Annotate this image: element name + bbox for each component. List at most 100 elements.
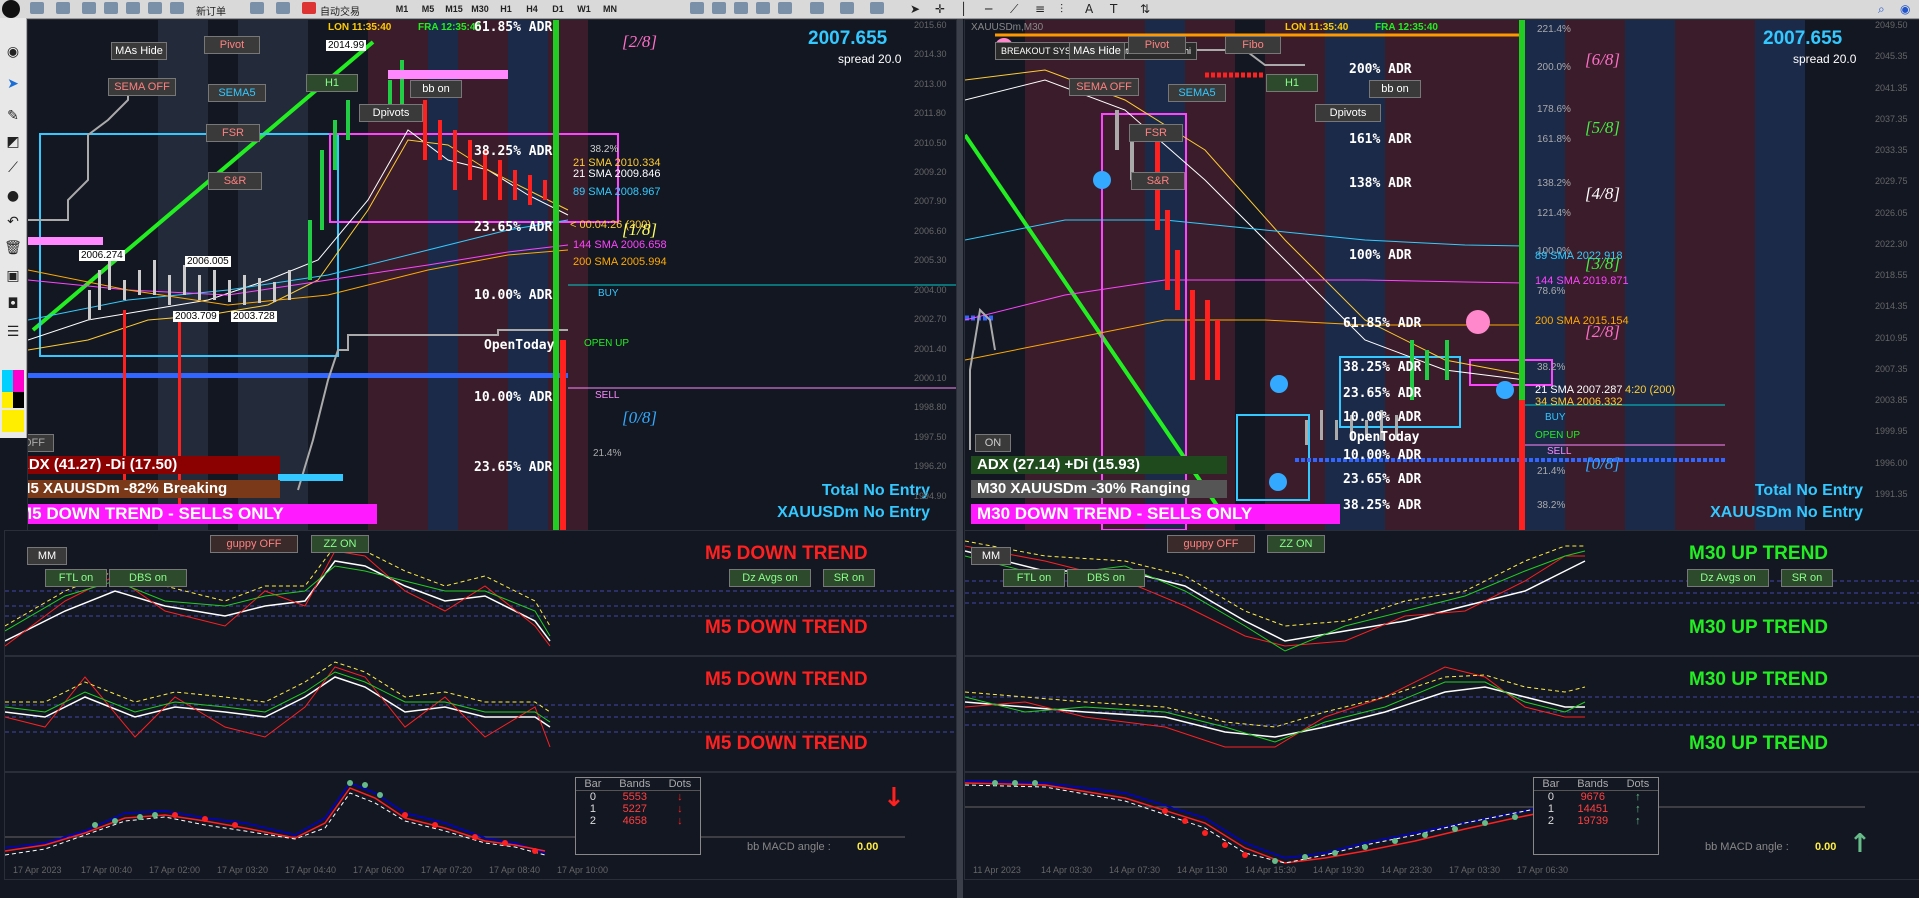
- zoom-out-icon[interactable]: [712, 2, 726, 14]
- right-dz-button[interactable]: Dz Avgs on: [1687, 569, 1769, 587]
- color-dot-icon[interactable]: ●: [4, 188, 22, 204]
- left-bb-on-button[interactable]: bb on: [410, 80, 462, 98]
- templates-icon[interactable]: [870, 2, 884, 14]
- pencil-icon[interactable]: ✎: [4, 108, 22, 124]
- right-sema5-button[interactable]: SEMA5: [1168, 84, 1226, 102]
- eye-icon[interactable]: ◉: [4, 44, 22, 60]
- right-sema-off-button[interactable]: SEMA OFF: [1069, 78, 1139, 96]
- text-tool-icon[interactable]: A: [1085, 2, 1093, 16]
- timeframe-h1[interactable]: H1: [494, 1, 518, 18]
- left-macd-panel[interactable]: Bar Bands Dots 0 5553 ↓ 1 5227 ↓ 2 4658 ↓ ↓ bb…: [4, 772, 957, 880]
- timeframe-w1[interactable]: W1: [572, 1, 596, 18]
- color-yellow-icon[interactable]: [2, 410, 24, 432]
- cursor-icon[interactable]: ➤: [910, 2, 920, 16]
- timeframe-d1[interactable]: D1: [546, 1, 570, 18]
- right-ftl-button[interactable]: FTL on: [1003, 569, 1065, 587]
- timeframe-m15[interactable]: M15: [442, 1, 466, 18]
- eraser-icon[interactable]: ◩: [4, 134, 22, 150]
- channel-icon[interactable]: ≡: [1035, 2, 1045, 16]
- left-pivot-button[interactable]: Pivot: [204, 36, 260, 54]
- lightbulb-icon[interactable]: [2, 0, 20, 18]
- right-fibo-button[interactable]: Fibo: [1225, 36, 1281, 54]
- community-icon[interactable]: ◉: [1900, 2, 1910, 16]
- timeframe-m5[interactable]: M5: [416, 1, 440, 18]
- crosshair-icon[interactable]: ✛: [935, 2, 945, 16]
- window-splitter[interactable]: [957, 19, 963, 898]
- terminal-icon[interactable]: [126, 2, 140, 14]
- indicators-icon[interactable]: [810, 2, 824, 14]
- timeframe-m30[interactable]: M30: [468, 1, 492, 18]
- right-dbs-button[interactable]: DBS on: [1067, 569, 1145, 587]
- color-palette-icon[interactable]: [2, 370, 24, 392]
- right-guppy-button[interactable]: guppy OFF: [1167, 535, 1255, 553]
- zoom-in-icon[interactable]: [690, 2, 704, 14]
- right-sub-panel-2[interactable]: M30 UP TREND M30 UP TREND: [964, 656, 1919, 772]
- left-sema-off-button[interactable]: SEMA OFF: [108, 78, 176, 96]
- timeframe-h4[interactable]: H4: [520, 1, 544, 18]
- right-main-chart[interactable]: XAUUSDm,M30 LON 11:35:40 FRA 12:35:40 BR…: [964, 19, 1919, 531]
- horizontal-line-icon[interactable]: ─: [985, 2, 992, 16]
- list-icon[interactable]: ☰: [4, 324, 22, 340]
- left-main-chart[interactable]: LON 11:35:40 FRA 12:35:40 MAs Hide Pivot…: [27, 19, 957, 531]
- market-watch-icon[interactable]: [82, 2, 96, 14]
- left-sema5-button[interactable]: SEMA5: [208, 84, 266, 102]
- trendline-icon[interactable]: ⟋: [1010, 2, 1018, 17]
- camera-icon[interactable]: ◘: [4, 296, 22, 312]
- ruler-icon[interactable]: ⟋: [4, 160, 22, 176]
- chart-shift-icon[interactable]: [756, 2, 770, 14]
- left-dbs-button[interactable]: DBS on: [109, 569, 187, 587]
- left-sub-panel-1[interactable]: MM guppy OFF ZZ ON FTL on DBS on Dz Avgs…: [4, 530, 957, 656]
- fibo-icon[interactable]: ⫶: [1060, 2, 1063, 17]
- left-dpivots-button[interactable]: Dpivots: [359, 104, 423, 122]
- right-dpivots-button[interactable]: Dpivots: [1315, 104, 1381, 122]
- right-sub-panel-1[interactable]: MM guppy OFF ZZ ON FTL on DBS on Dz Avgs…: [964, 530, 1919, 656]
- autotrading-icon[interactable]: [302, 2, 316, 14]
- right-mm-button[interactable]: MM: [971, 547, 1011, 565]
- left-h1-button[interactable]: H1: [306, 74, 358, 92]
- tester-icon[interactable]: [148, 2, 162, 14]
- right-macd-panel[interactable]: Bar Bands Dots 0 9676 ↑ 1 14451 ↑ 2 19739 ↑ ↑ …: [964, 772, 1919, 880]
- metaeditor-icon[interactable]: [250, 2, 264, 14]
- autoscroll-icon[interactable]: [778, 2, 792, 14]
- left-guppy-button[interactable]: guppy OFF: [210, 535, 298, 553]
- profiles-icon[interactable]: [56, 2, 70, 14]
- search-icon[interactable]: ⌕: [1878, 2, 1885, 17]
- period-icon[interactable]: [840, 2, 854, 14]
- navigator-icon[interactable]: [104, 2, 118, 14]
- new-order-button[interactable]: 新订单: [196, 3, 226, 18]
- right-sr-button[interactable]: S&R: [1131, 172, 1185, 190]
- left-off-button[interactable]: OFF: [28, 434, 54, 452]
- right-fsr-button[interactable]: FSR: [1129, 124, 1183, 142]
- undo-icon[interactable]: ↶: [4, 214, 22, 230]
- left-fsr-button[interactable]: FSR: [206, 124, 260, 142]
- timeframe-m1[interactable]: M1: [390, 1, 414, 18]
- screen-icon[interactable]: ▣: [4, 268, 22, 284]
- left-mas-hide-button[interactable]: MAs Hide: [111, 42, 167, 60]
- trash-icon[interactable]: 🗑: [4, 240, 22, 256]
- new-chart-icon[interactable]: [30, 2, 44, 14]
- left-sr-on-button[interactable]: SR on: [823, 569, 875, 587]
- vertical-line-icon[interactable]: │: [960, 2, 967, 16]
- left-sr-button[interactable]: S&R: [208, 172, 262, 190]
- auto-trade-button[interactable]: 自动交易: [320, 3, 360, 18]
- left-zz-button[interactable]: ZZ ON: [311, 535, 369, 553]
- cursor-icon[interactable]: ➤: [4, 76, 22, 92]
- color-palette-2-icon[interactable]: [2, 392, 24, 408]
- alerts-icon[interactable]: [276, 2, 290, 14]
- right-sr-on-button[interactable]: SR on: [1781, 569, 1833, 587]
- right-on-button[interactable]: ON: [975, 434, 1011, 452]
- arrows-icon[interactable]: ⇅: [1140, 2, 1150, 16]
- right-pivot-button[interactable]: Pivot: [1128, 36, 1186, 54]
- left-dz-button[interactable]: Dz Avgs on: [729, 569, 811, 587]
- left-sub-panel-2[interactable]: M5 DOWN TREND M5 DOWN TREND: [4, 656, 957, 772]
- left-ftl-button[interactable]: FTL on: [45, 569, 107, 587]
- right-mas-hide-button[interactable]: MAs Hide: [1069, 42, 1125, 60]
- label-tool-icon[interactable]: T: [1110, 2, 1117, 16]
- right-h1-button[interactable]: H1: [1266, 74, 1318, 92]
- history-icon[interactable]: [170, 2, 184, 14]
- timeframe-mn[interactable]: MN: [598, 1, 622, 18]
- right-bb-on-button[interactable]: bb on: [1369, 80, 1421, 98]
- left-mm-button[interactable]: MM: [27, 547, 67, 565]
- right-zz-button[interactable]: ZZ ON: [1267, 535, 1325, 553]
- tile-windows-icon[interactable]: [734, 2, 748, 14]
